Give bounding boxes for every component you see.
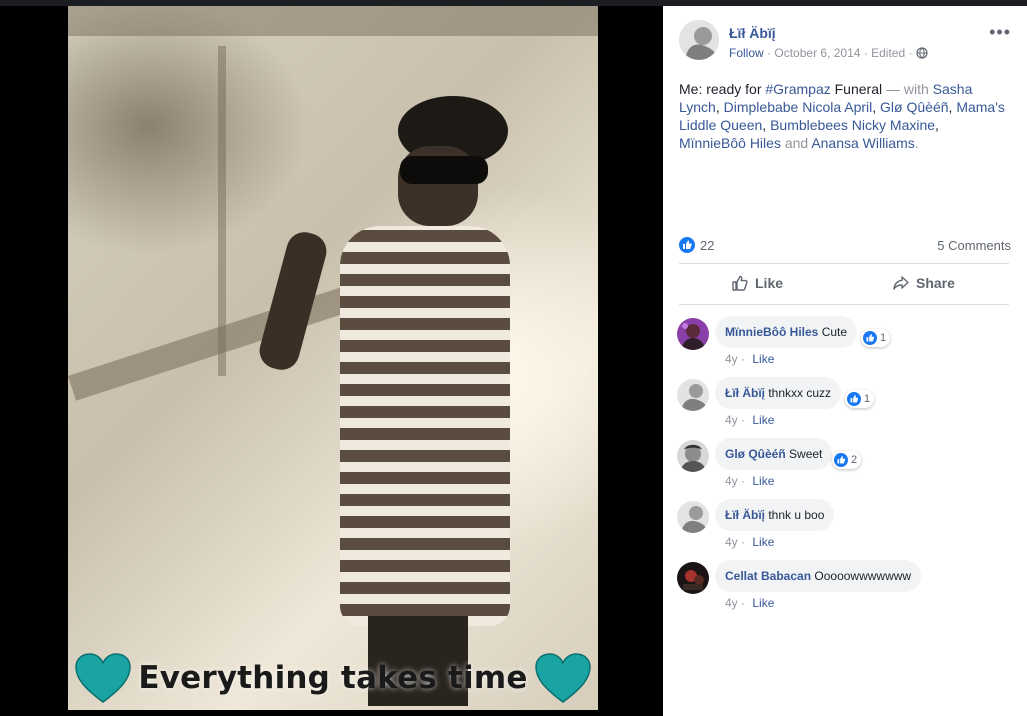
- comment-bubble: Łïł Äbïį thnkxx cuzz: [715, 377, 842, 409]
- reaction-count[interactable]: 22: [700, 238, 714, 253]
- edited-label[interactable]: Edited: [871, 46, 905, 60]
- comment-text: thnkxx cuzz: [768, 386, 832, 400]
- comment-age[interactable]: 4y: [725, 413, 738, 427]
- photo-sunglasses: [400, 156, 488, 184]
- avatar-image: [677, 562, 709, 594]
- avatar-image: [677, 440, 709, 472]
- avatar-image: [679, 20, 719, 60]
- like-label: Like: [755, 275, 784, 291]
- comment-item: Cellat Babacan Ooooowwwwwww 4y · Like: [677, 558, 1017, 618]
- post-header: Łïł Äbïį Follow · October 6, 2014 · Edit…: [679, 20, 1011, 68]
- comment-age[interactable]: 4y: [725, 352, 738, 366]
- post-actions: Like Share: [679, 264, 1009, 304]
- text-word: Funeral: [830, 81, 883, 97]
- wall-beam: [68, 6, 598, 36]
- post-photo[interactable]: Everything takes time: [68, 6, 598, 710]
- comment-reaction-count: 1: [880, 332, 887, 344]
- commenter-avatar[interactable]: [677, 440, 709, 472]
- comment-meta: 4y · Like: [725, 474, 775, 488]
- comment-meta: 4y · Like: [725, 352, 775, 366]
- with-label: — with: [882, 81, 933, 97]
- photo-dress: [340, 226, 510, 626]
- avatar-image: [677, 318, 709, 350]
- commenter-name[interactable]: Glø Qûèéñ: [725, 447, 786, 461]
- comment-meta: 4y · Like: [725, 535, 775, 549]
- commenter-avatar[interactable]: [677, 562, 709, 594]
- comment-bubble: Łïł Äbïį thnk u boo: [715, 499, 835, 531]
- like-reaction-icon: [863, 331, 877, 345]
- post-date[interactable]: October 6, 2014: [774, 46, 860, 60]
- follow-link[interactable]: Follow: [729, 46, 764, 60]
- comment-bubble: MïnnieBôô Hiles Cute: [715, 316, 858, 348]
- comment-item: Łïł Äbïį thnk u boo 4y · Like: [677, 497, 1017, 557]
- comment-bubble: Cellat Babacan Ooooowwwwwww: [715, 560, 922, 592]
- share-icon: [893, 276, 909, 290]
- comment-item: Łïł Äbïį thnkxx cuzz 1 4y · Like: [677, 375, 1017, 435]
- reactions-summary: 22 5 Comments: [679, 236, 1011, 256]
- like-reaction-icon: [847, 392, 861, 406]
- comment-like-link[interactable]: Like: [752, 474, 774, 488]
- more-options-icon[interactable]: •••: [989, 22, 1011, 43]
- and-label: and: [780, 135, 812, 151]
- like-button[interactable]: Like: [731, 274, 783, 292]
- tag-link[interactable]: Anansa Williams: [811, 135, 914, 151]
- comment-item: MïnnieBôô Hiles Cute 1 4y · Like: [677, 314, 1017, 374]
- post-text: Me: ready for #Grampaz Funeral — with Sa…: [679, 81, 1005, 151]
- like-reaction-icon: [834, 453, 848, 467]
- commenter-avatar[interactable]: [677, 501, 709, 533]
- text-end: .: [914, 135, 919, 151]
- comment-meta: 4y · Like: [725, 413, 775, 427]
- heart-icon: [75, 653, 132, 703]
- like-reaction-icon[interactable]: [679, 237, 695, 253]
- photo-caption: Everything takes time: [68, 648, 598, 708]
- comment-reaction-count: 2: [851, 454, 858, 466]
- tag-link[interactable]: Dimplebabe Nicola April: [724, 99, 873, 115]
- comment-like-link[interactable]: Like: [752, 596, 774, 610]
- comment-reactions[interactable]: 1: [845, 390, 875, 408]
- comment-meta: 4y · Like: [725, 596, 775, 610]
- post-meta: Follow · October 6, 2014 · Edited ·: [729, 46, 928, 60]
- hashtag-link[interactable]: #Grampaz: [765, 81, 830, 97]
- comment-item: Glø Qûèéñ Sweet 2 4y · Like: [677, 436, 1017, 496]
- tag-link[interactable]: Bumblebees Nicky Maxine: [770, 117, 935, 133]
- comment-age[interactable]: 4y: [725, 596, 738, 610]
- thumbs-up-icon: [732, 275, 748, 291]
- commenter-name[interactable]: Cellat Babacan: [725, 569, 811, 583]
- commenter-name[interactable]: Łïł Äbïį: [725, 508, 765, 522]
- comment-bubble: Glø Qûèéñ Sweet: [715, 438, 833, 470]
- author-name[interactable]: Łïł Äbïį: [729, 25, 776, 41]
- tag-link[interactable]: MïnnieBôô Hiles: [679, 135, 781, 151]
- comments-list: MïnnieBôô Hiles Cute 1 4y · Like Łïł Äbï…: [663, 308, 1027, 708]
- comment-reactions[interactable]: 2: [832, 451, 862, 469]
- comment-text: Ooooowwwwwww: [814, 569, 912, 583]
- comment-reactions[interactable]: 1: [861, 329, 891, 347]
- comment-text: Sweet: [789, 447, 823, 461]
- commenter-name[interactable]: Łïł Äbïį: [725, 386, 765, 400]
- tag-link[interactable]: Glø Qûèéñ: [880, 99, 948, 115]
- comment-like-link[interactable]: Like: [752, 352, 774, 366]
- share-button[interactable]: Share: [892, 274, 955, 292]
- commenter-avatar[interactable]: [677, 318, 709, 350]
- avatar-image: [677, 379, 709, 411]
- comment-like-link[interactable]: Like: [752, 535, 774, 549]
- caption-text: Everything takes time: [138, 660, 528, 696]
- comments-count[interactable]: 5 Comments: [937, 238, 1011, 253]
- comment-text: thnk u boo: [768, 508, 825, 522]
- divider: [679, 304, 1009, 305]
- comment-age[interactable]: 4y: [725, 535, 738, 549]
- text-prefix: Me: ready for: [679, 81, 766, 97]
- meta-separator: ·: [908, 46, 916, 60]
- commenter-avatar[interactable]: [677, 379, 709, 411]
- share-label: Share: [916, 275, 955, 291]
- author-avatar[interactable]: [679, 20, 719, 60]
- avatar-image: [677, 501, 709, 533]
- comment-reaction-count: 1: [864, 393, 871, 405]
- globe-icon[interactable]: [916, 47, 928, 59]
- commenter-name[interactable]: MïnnieBôô Hiles: [725, 325, 818, 339]
- heart-icon: [534, 653, 591, 703]
- comment-like-link[interactable]: Like: [752, 413, 774, 427]
- comment-age[interactable]: 4y: [725, 474, 738, 488]
- comment-text: Cute: [821, 325, 848, 339]
- post-panel: Łïł Äbïį Follow · October 6, 2014 · Edit…: [663, 6, 1027, 716]
